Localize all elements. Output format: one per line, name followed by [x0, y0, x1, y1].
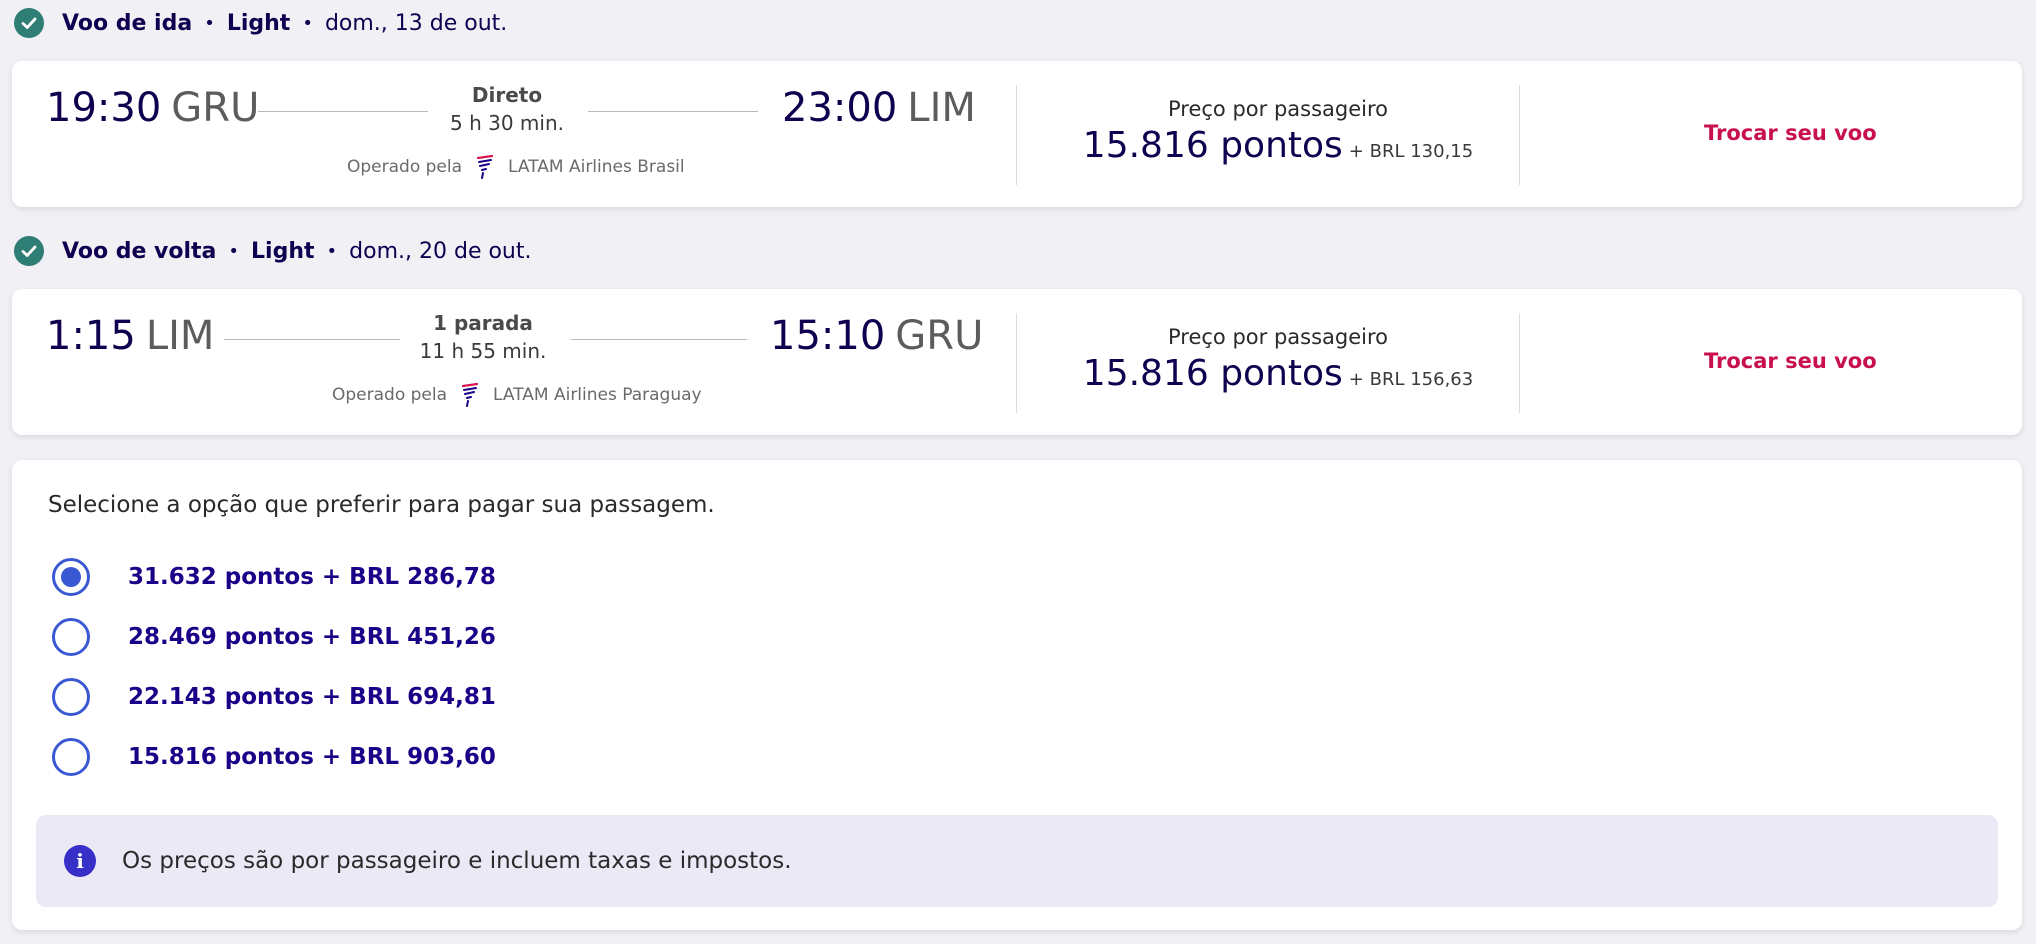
- arrival-time: 15:10: [770, 313, 886, 359]
- swap-flight-button[interactable]: Trocar seu voo: [1704, 121, 1877, 145]
- outbound-label: Voo de ida: [62, 10, 193, 36]
- price-points: 15.816 pontos: [1082, 125, 1343, 166]
- departure-airport: LIM: [145, 313, 215, 359]
- operated-label: Operado pela: [347, 157, 463, 177]
- flight-duration: 5 h 30 min.: [450, 111, 564, 135]
- payment-option[interactable]: 22.143 pontos + BRL 694,81: [52, 678, 496, 716]
- stop-info: Direto 5 h 30 min.: [407, 83, 607, 135]
- info-banner: i Os preços são por passageiro e incluem…: [36, 815, 1998, 907]
- outbound-header: Voo de ida • Light • dom., 13 de out.: [14, 5, 507, 41]
- price-label: Preço por passageiro: [1168, 325, 1388, 349]
- price-cash: + BRL 130,15: [1348, 141, 1474, 162]
- flight-duration: 11 h 55 min.: [419, 339, 547, 363]
- payment-option[interactable]: 31.632 pontos + BRL 286,78: [52, 558, 496, 596]
- outbound-flight-card: 19:30 GRU Direto 5 h 30 min. 23:00 LIM Ope…: [12, 61, 2022, 207]
- operated-by: Operado pela LATAM Airlines Brasil: [347, 155, 685, 179]
- departure-time: 19:30: [46, 85, 162, 131]
- latam-logo-icon: [476, 155, 494, 179]
- payment-option[interactable]: 28.469 pontos + BRL 451,26: [52, 618, 496, 656]
- price-block: Preço por passageiro 15.816 pontos + BRL …: [1016, 325, 1540, 394]
- price-block: Preço por passageiro 15.816 pontos + BRL …: [1016, 97, 1540, 166]
- arrival-time: 23:00: [782, 85, 898, 131]
- operator-name: LATAM Airlines Brasil: [508, 157, 685, 177]
- price-label: Preço por passageiro: [1168, 97, 1388, 121]
- latam-logo-icon: [461, 383, 479, 407]
- stop-info: 1 parada 11 h 55 min.: [383, 311, 583, 363]
- payment-option-label: 31.632 pontos + BRL 286,78: [128, 564, 496, 590]
- payment-option-label: 15.816 pontos + BRL 903,60: [128, 744, 496, 770]
- check-circle-icon: [14, 8, 44, 38]
- arrival-airport: LIM: [907, 85, 976, 131]
- return-flight-card: 1:15 LIM 1 parada 11 h 55 min. 15:10 GRU O…: [12, 289, 2022, 435]
- operator-name: LATAM Airlines Paraguay: [493, 385, 702, 405]
- radio-button[interactable]: [52, 678, 90, 716]
- stop-type: 1 parada: [433, 311, 533, 335]
- divider: [1519, 85, 1520, 185]
- departure-airport: GRU: [171, 85, 260, 131]
- operated-label: Operado pela: [332, 385, 448, 405]
- radio-button[interactable]: [52, 738, 90, 776]
- payment-option-label: 22.143 pontos + BRL 694,81: [128, 684, 496, 710]
- outbound-date: dom., 13 de out.: [324, 10, 508, 36]
- return-fare: Light: [251, 238, 315, 264]
- payment-option[interactable]: 15.816 pontos + BRL 903,60: [52, 738, 496, 776]
- route-line: [258, 111, 428, 112]
- price-points: 15.816 pontos: [1082, 353, 1343, 394]
- outbound-departure: 19:30 GRU: [46, 85, 259, 131]
- return-arrival: 15:10 GRU: [770, 313, 983, 359]
- route-line: [224, 339, 400, 340]
- route-line: [588, 111, 758, 112]
- radio-button[interactable]: [52, 618, 90, 656]
- operated-by: Operado pela LATAM Airlines Paraguay: [332, 383, 702, 407]
- radio-button[interactable]: [52, 558, 90, 596]
- return-label: Voo de volta: [62, 238, 217, 264]
- departure-time: 1:15: [46, 313, 136, 359]
- outbound-fare: Light: [226, 10, 291, 36]
- stop-type: Direto: [471, 83, 543, 107]
- info-icon: i: [64, 845, 96, 877]
- payment-title: Selecione a opção que preferir para paga…: [48, 492, 715, 518]
- return-header: Voo de volta • Light • dom., 20 de out.: [14, 233, 532, 269]
- payment-options-card: Selecione a opção que preferir para paga…: [12, 460, 2022, 930]
- outbound-arrival: 23:00 LIM: [782, 85, 976, 131]
- arrival-airport: GRU: [895, 313, 984, 359]
- route-line: [571, 339, 747, 340]
- return-date: dom., 20 de out.: [349, 238, 532, 264]
- info-message: Os preços são por passageiro e incluem t…: [122, 848, 792, 874]
- payment-option-label: 28.469 pontos + BRL 451,26: [128, 624, 496, 650]
- swap-flight-button[interactable]: Trocar seu voo: [1704, 349, 1877, 373]
- check-circle-icon: [14, 236, 44, 266]
- price-cash: + BRL 156,63: [1348, 369, 1474, 390]
- divider: [1519, 313, 1520, 413]
- return-departure: 1:15 LIM: [46, 313, 214, 359]
